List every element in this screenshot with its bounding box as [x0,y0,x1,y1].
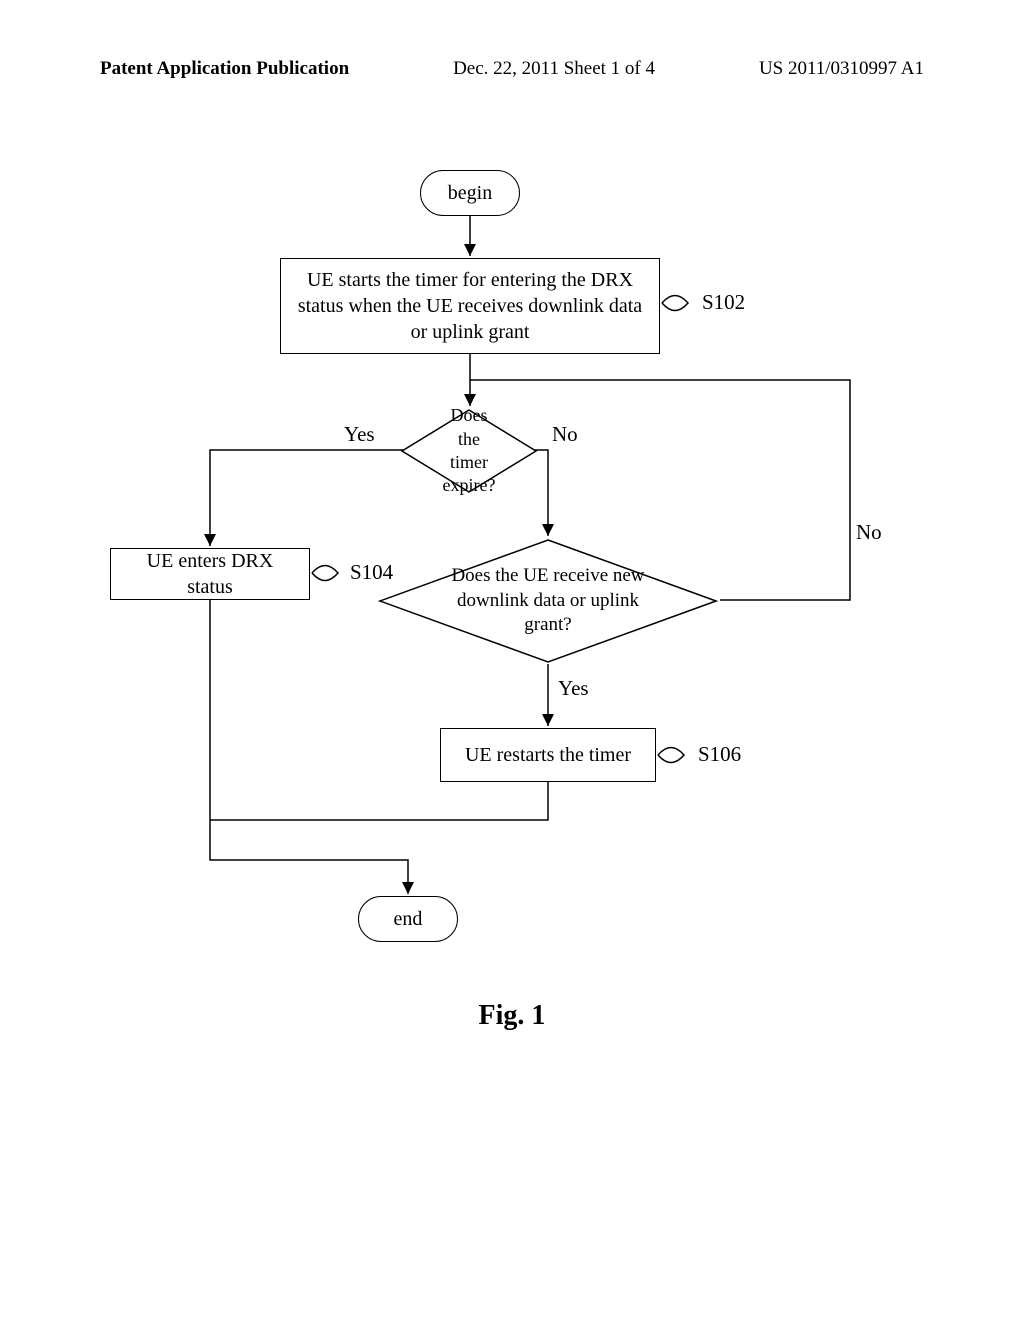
header-center: Dec. 22, 2011 Sheet 1 of 4 [453,58,655,80]
edge-d2-no: No [856,520,882,545]
d1-text: Does the timer expire? [400,404,538,498]
begin-text: begin [448,180,492,206]
process-s102: UE starts the timer for entering the DRX… [280,258,660,354]
terminator-end: end [358,896,458,942]
end-text: end [394,906,423,932]
s102-text: UE starts the timer for entering the DRX… [295,267,645,345]
decision-timer-expire: Does the timer expire? [400,408,538,494]
curly-icon [656,740,696,770]
edge-d2-yes: Yes [558,676,589,701]
label-s102: S102 [702,290,745,315]
header-left: Patent Application Publication [100,58,349,80]
decision-new-data: Does the UE receive new downlink data or… [378,538,718,664]
process-s106: UE restarts the timer [440,728,656,782]
process-s104: UE enters DRX status [110,548,310,600]
terminator-begin: begin [420,170,520,216]
edge-d1-no: No [552,422,578,447]
page-header: Patent Application Publication Dec. 22, … [0,58,1024,80]
label-s106: S106 [698,742,741,767]
curly-icon [660,288,700,318]
curly-icon [310,558,350,588]
flowchart-diagram: begin UE starts the timer for entering t… [0,160,1024,1060]
d2-text: Does the UE receive new downlink data or… [378,564,718,638]
s104-text: UE enters DRX status [125,548,295,600]
figure-label: Fig. 1 [0,1000,1024,1032]
s106-text: UE restarts the timer [465,742,631,768]
header-right: US 2011/0310997 A1 [759,58,924,80]
edge-d1-yes: Yes [344,422,375,447]
